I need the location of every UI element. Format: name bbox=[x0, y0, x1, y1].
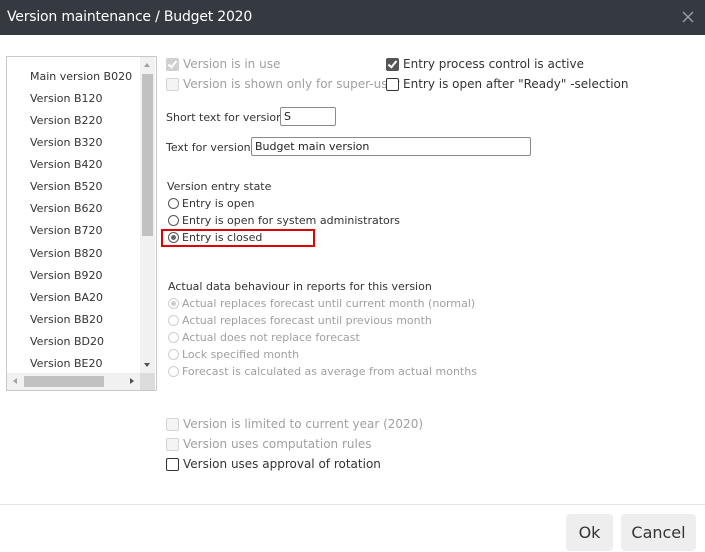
scrollbar-corner bbox=[140, 373, 155, 390]
actual-behaviour-option: Actual does not replace forecast bbox=[168, 331, 360, 344]
version-in-use-label: Version is in use bbox=[183, 57, 281, 71]
entry-open-sysadmin-label: Entry is open for system administrators bbox=[182, 214, 401, 227]
version-list-item[interactable]: Version B920 bbox=[30, 269, 103, 282]
horizontal-scroll-thumb[interactable] bbox=[24, 376, 104, 387]
open-after-ready-row: Entry is open after "Ready" -selection bbox=[386, 77, 628, 91]
version-text-label: Text for version: bbox=[166, 141, 255, 154]
computation-rules-checkbox[interactable] bbox=[166, 437, 179, 451]
approval-rotation-row: Version uses approval of rotation bbox=[166, 457, 381, 471]
version-in-use-row: Version is in use bbox=[166, 57, 280, 71]
cancel-button[interactable]: Cancel bbox=[621, 514, 696, 551]
scroll-down-arrow-icon[interactable] bbox=[144, 363, 150, 367]
version-listbox[interactable]: Main version B020 Version B120 Version B… bbox=[6, 56, 157, 391]
version-list-item[interactable]: Version BB20 bbox=[30, 313, 103, 326]
version-list-item[interactable]: Version BE20 bbox=[30, 357, 102, 370]
entry-open-radio[interactable] bbox=[168, 198, 179, 209]
vertical-scrollbar[interactable] bbox=[140, 57, 155, 373]
actual-behaviour-option: Actual replaces forecast until current m… bbox=[168, 297, 475, 310]
actual-not-replace-label: Actual does not replace forecast bbox=[182, 331, 360, 344]
approval-rotation-checkbox[interactable] bbox=[166, 457, 179, 471]
entry-state-title: Version entry state bbox=[167, 180, 272, 193]
open-after-ready-checkbox[interactable] bbox=[386, 77, 399, 91]
actual-behaviour-option: Actual replaces forecast until previous … bbox=[168, 314, 432, 327]
actual-current-month-radio[interactable] bbox=[168, 298, 179, 309]
version-list-item[interactable]: Version B220 bbox=[30, 114, 103, 127]
super-user-only-row: Version is shown only for super-user bbox=[166, 77, 400, 91]
version-list-item[interactable]: Main version B020 bbox=[30, 70, 132, 83]
version-list-item[interactable]: Version BD20 bbox=[30, 335, 104, 348]
entry-process-control-label: Entry process control is active bbox=[403, 57, 584, 71]
entry-state-option[interactable]: Entry is open for system administrators bbox=[168, 214, 400, 227]
version-list-item[interactable]: Version B320 bbox=[30, 136, 103, 149]
entry-process-control-row: Entry process control is active bbox=[386, 57, 584, 71]
version-list-item[interactable]: Version B820 bbox=[30, 247, 103, 260]
forecast-average-radio[interactable] bbox=[168, 366, 179, 377]
open-after-ready-label: Entry is open after "Ready" -selection bbox=[403, 77, 629, 91]
version-list-item[interactable]: Version B620 bbox=[30, 202, 103, 215]
approval-rotation-label: Version uses approval of rotation bbox=[183, 457, 381, 471]
scroll-right-arrow-icon[interactable] bbox=[130, 378, 134, 384]
entry-state-option[interactable]: Entry is open bbox=[168, 197, 255, 210]
version-list-item[interactable]: Version B720 bbox=[30, 224, 103, 237]
ok-button[interactable]: Ok bbox=[566, 514, 613, 551]
short-text-input[interactable] bbox=[280, 107, 336, 126]
super-user-only-checkbox[interactable] bbox=[166, 77, 179, 91]
lock-month-radio[interactable] bbox=[168, 349, 179, 360]
actual-current-month-label: Actual replaces forecast until current m… bbox=[182, 297, 476, 310]
limited-current-year-row: Version is limited to current year (2020… bbox=[166, 417, 423, 431]
entry-open-label: Entry is open bbox=[182, 197, 255, 210]
actual-previous-month-label: Actual replaces forecast until previous … bbox=[182, 314, 432, 327]
short-text-label: Short text for version: bbox=[166, 111, 287, 124]
version-text-input[interactable] bbox=[251, 137, 531, 156]
version-list-item[interactable]: Version BA20 bbox=[30, 291, 103, 304]
entry-closed-highlight-box bbox=[161, 229, 315, 247]
vertical-scroll-thumb[interactable] bbox=[142, 74, 153, 236]
close-icon[interactable] bbox=[680, 9, 696, 25]
computation-rules-row: Version uses computation rules bbox=[166, 437, 371, 451]
limited-current-year-checkbox[interactable] bbox=[166, 417, 179, 431]
version-list-item[interactable]: Version B520 bbox=[30, 180, 103, 193]
horizontal-scrollbar[interactable] bbox=[7, 373, 140, 390]
version-list-item[interactable]: Version B420 bbox=[30, 158, 103, 171]
actual-behaviour-title: Actual data behaviour in reports for thi… bbox=[168, 280, 432, 293]
dialog-titlebar: Version maintenance / Budget 2020 bbox=[0, 0, 705, 35]
actual-previous-month-radio[interactable] bbox=[168, 315, 179, 326]
actual-behaviour-option: Forecast is calculated as average from a… bbox=[168, 365, 477, 378]
actual-behaviour-option: Lock specified month bbox=[168, 348, 299, 361]
super-user-only-label: Version is shown only for super-user bbox=[183, 77, 400, 91]
lock-month-label: Lock specified month bbox=[182, 348, 300, 361]
version-in-use-checkbox[interactable] bbox=[166, 57, 179, 71]
scroll-left-arrow-icon[interactable] bbox=[13, 378, 17, 384]
footer-divider bbox=[0, 504, 705, 505]
dialog-title: Version maintenance / Budget 2020 bbox=[7, 9, 253, 25]
entry-process-control-checkbox[interactable] bbox=[386, 57, 399, 71]
actual-not-replace-radio[interactable] bbox=[168, 332, 179, 343]
forecast-average-label: Forecast is calculated as average from a… bbox=[182, 365, 477, 378]
entry-open-sysadmin-radio[interactable] bbox=[168, 215, 179, 226]
limited-current-year-label: Version is limited to current year (2020… bbox=[183, 417, 424, 431]
version-list-item[interactable]: Version B120 bbox=[30, 92, 103, 105]
computation-rules-label: Version uses computation rules bbox=[183, 437, 372, 451]
scroll-up-arrow-icon[interactable] bbox=[144, 63, 150, 67]
